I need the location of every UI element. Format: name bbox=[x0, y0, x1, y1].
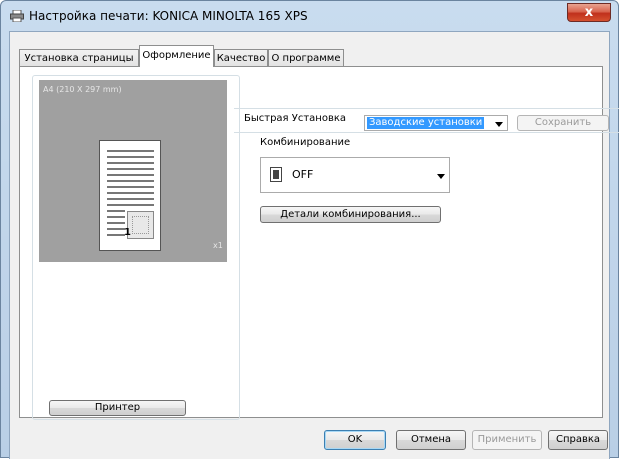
title-bar[interactable]: Настройка печати: KONICA MINOLTA 165 XPS… bbox=[1, 1, 618, 31]
text-line bbox=[107, 150, 154, 152]
tab-about[interactable]: О программе bbox=[268, 49, 344, 66]
text-line bbox=[107, 156, 154, 158]
page-preview: A4 (210 X 297 mm) 1 x1 bbox=[39, 80, 227, 262]
page-number: 1 bbox=[124, 227, 131, 238]
text-line bbox=[107, 192, 154, 194]
text-line bbox=[107, 180, 154, 182]
tab-layout[interactable]: Оформление bbox=[139, 45, 214, 67]
chevron-down-icon bbox=[437, 174, 445, 179]
text-line bbox=[107, 168, 154, 170]
text-line bbox=[107, 228, 125, 230]
print-settings-window: Настройка печати: KONICA MINOLTA 165 XPS… bbox=[0, 0, 619, 459]
printer-button[interactable]: Принтер bbox=[49, 400, 186, 416]
combination-label: Комбинирование bbox=[260, 137, 351, 148]
preview-paper: 1 bbox=[99, 140, 161, 251]
close-icon: x bbox=[584, 5, 594, 20]
help-button[interactable]: Справка bbox=[548, 430, 608, 450]
paper-size-label: A4 (210 X 297 mm) bbox=[43, 85, 122, 94]
quick-setup-select[interactable]: Заводские установки bbox=[364, 115, 508, 131]
close-button[interactable]: x bbox=[567, 3, 611, 22]
layout-tab-panel: A4 (210 X 297 mm) 1 x1 Принтер Быстрая У… bbox=[19, 66, 619, 420]
ok-button[interactable]: OK bbox=[324, 430, 386, 450]
page-layout-icon bbox=[270, 167, 282, 182]
quick-setup-label: Быстрая Установка bbox=[244, 113, 347, 124]
save-button[interactable]: Сохранить bbox=[517, 115, 609, 131]
quick-setup-value: Заводские установки bbox=[367, 117, 485, 129]
tab-page-setup[interactable]: Установка страницы bbox=[19, 49, 139, 66]
text-line bbox=[107, 186, 154, 188]
combination-value: OFF bbox=[292, 168, 314, 181]
text-line bbox=[107, 162, 154, 164]
chevron-down-icon bbox=[495, 122, 503, 127]
dialog-client-area: Установка страницы Оформление Качество О… bbox=[9, 31, 619, 459]
combination-details-button[interactable]: Детали комбинирования... bbox=[260, 206, 441, 223]
text-line bbox=[107, 216, 125, 218]
window-title: Настройка печати: KONICA MINOLTA 165 XPS bbox=[29, 9, 308, 23]
text-line bbox=[107, 234, 125, 236]
overlay-thumbnail bbox=[127, 211, 154, 239]
text-line bbox=[107, 198, 154, 200]
text-line bbox=[107, 222, 125, 224]
tab-quality[interactable]: Качество bbox=[214, 49, 268, 66]
apply-button[interactable]: Применить bbox=[472, 430, 542, 450]
text-line bbox=[107, 204, 154, 206]
text-line bbox=[107, 210, 125, 212]
cancel-button[interactable]: Отмена bbox=[396, 430, 466, 450]
copies-label: x1 bbox=[213, 241, 223, 250]
combination-select[interactable]: OFF bbox=[260, 157, 450, 193]
text-line bbox=[107, 174, 154, 176]
printer-icon bbox=[10, 9, 24, 23]
